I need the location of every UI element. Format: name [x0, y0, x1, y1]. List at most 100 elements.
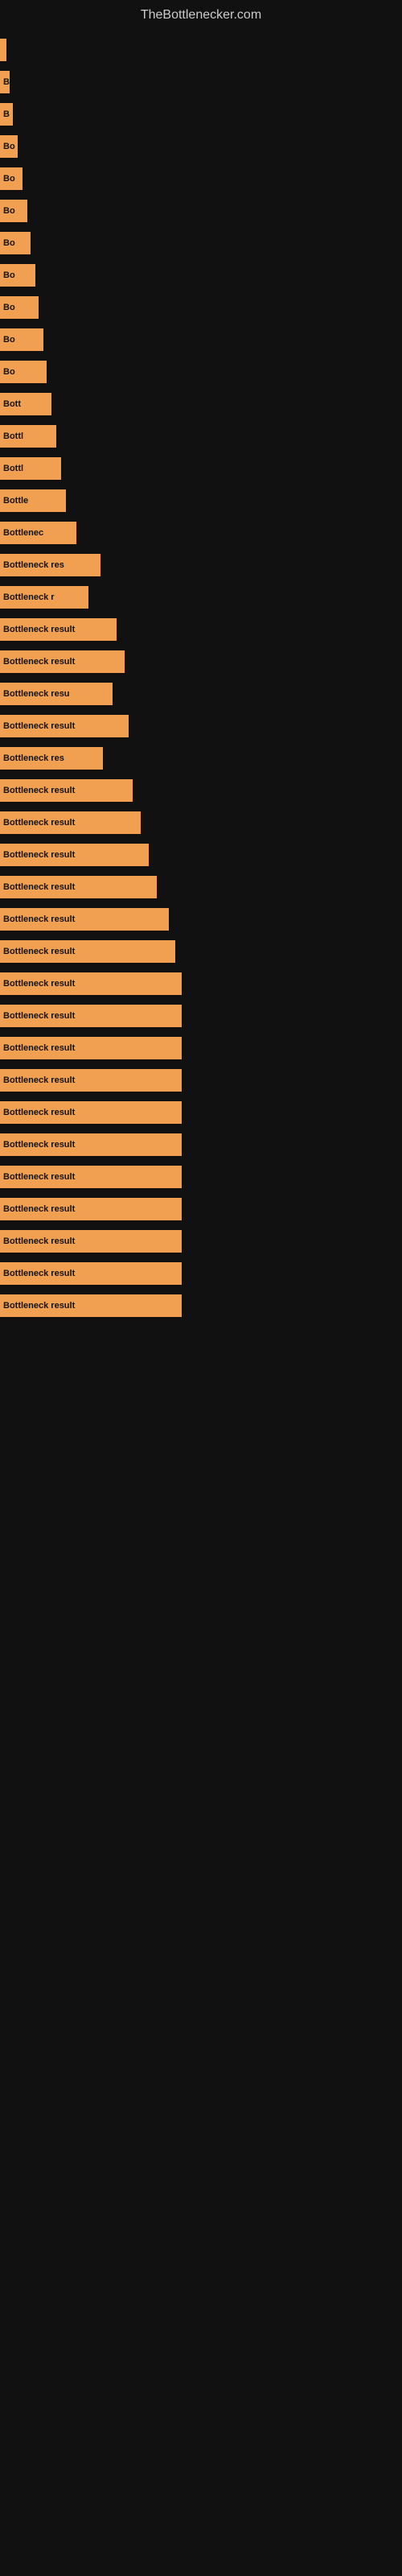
- bar: Bottle: [0, 489, 66, 512]
- bar: B: [0, 103, 13, 126]
- bar-label: Bo: [3, 303, 15, 312]
- bar-row: Bottleneck result: [0, 614, 402, 645]
- bar-label: Bo: [3, 238, 15, 248]
- bar-label: B: [3, 109, 10, 119]
- bar: Bottleneck res: [0, 747, 103, 770]
- bar-label: Bo: [3, 335, 15, 345]
- bar-row: B: [0, 99, 402, 130]
- bar-row: Bottleneck result: [0, 1290, 402, 1321]
- bar: Bottleneck result: [0, 1069, 182, 1092]
- bar: B: [0, 71, 10, 93]
- bar-label: Bottleneck result: [3, 786, 75, 795]
- bar-label: Bottleneck result: [3, 1269, 75, 1278]
- bar-row: Bottleneck resu: [0, 679, 402, 709]
- bar-row: Bottleneck result: [0, 1033, 402, 1063]
- bar-row: Bo: [0, 163, 402, 194]
- bar-label: Bottlenec: [3, 528, 43, 538]
- bar-row: Bottleneck result: [0, 1226, 402, 1257]
- bar-row: Bo: [0, 131, 402, 162]
- bar-row: Bottleneck r: [0, 582, 402, 613]
- bar-label: Bottleneck result: [3, 1011, 75, 1021]
- bar-label: Bottleneck result: [3, 818, 75, 828]
- bar-row: Bottleneck result: [0, 872, 402, 902]
- bar: Bo: [0, 200, 27, 222]
- bar-label: Bottleneck res: [3, 560, 64, 570]
- bar: Bottleneck result: [0, 844, 149, 866]
- bar-row: Bottl: [0, 453, 402, 484]
- bar-label: Bottleneck result: [3, 721, 75, 731]
- bar-row: Bottl: [0, 421, 402, 452]
- bar-row: Bottleneck result: [0, 1194, 402, 1224]
- bar-row: Bott: [0, 389, 402, 419]
- bar: Bottleneck result: [0, 972, 182, 995]
- bar-label: Bottleneck result: [3, 1236, 75, 1246]
- bar-row: Bottleneck res: [0, 550, 402, 580]
- bar-label: Bottleneck result: [3, 1043, 75, 1053]
- bar-label: Bo: [3, 174, 15, 184]
- bar: Bottleneck res: [0, 554, 100, 576]
- bar-row: Bottle: [0, 485, 402, 516]
- bar-label: Bottleneck result: [3, 979, 75, 989]
- bar: Bo: [0, 296, 39, 319]
- bar: Bo: [0, 232, 31, 254]
- bar: Bottleneck result: [0, 715, 129, 737]
- bar: Bo: [0, 167, 23, 190]
- bar-row: Bottleneck result: [0, 1129, 402, 1160]
- bar: Bottleneck result: [0, 1005, 182, 1027]
- bar-row: Bo: [0, 324, 402, 355]
- bar-label: Bottl: [3, 431, 23, 441]
- bar: Bottleneck result: [0, 618, 117, 641]
- bar-row: Bottleneck result: [0, 936, 402, 967]
- bar-row: Bottleneck result: [0, 1097, 402, 1128]
- bar-label: Bottle: [3, 496, 28, 506]
- bar-label: Bottleneck result: [3, 1075, 75, 1085]
- bar: Bo: [0, 328, 43, 351]
- bar-row: Bottleneck result: [0, 1001, 402, 1031]
- bar-row: Bo: [0, 260, 402, 291]
- site-title: TheBottlenecker.com: [0, 0, 402, 27]
- bar-label: Bottleneck result: [3, 914, 75, 924]
- bar-label: Bottleneck result: [3, 1204, 75, 1214]
- bar-label: Bottleneck res: [3, 753, 64, 763]
- bar-label: Bottleneck result: [3, 1108, 75, 1117]
- bar: Bottleneck result: [0, 876, 157, 898]
- bar: Bott: [0, 393, 51, 415]
- bar-row: Bottlenec: [0, 518, 402, 548]
- bar-label: Bottleneck result: [3, 1301, 75, 1311]
- bar: Bottleneck result: [0, 650, 125, 673]
- bar: Bottleneck result: [0, 1230, 182, 1253]
- bar: Bottleneck resu: [0, 683, 113, 705]
- bar-row: Bottleneck result: [0, 807, 402, 838]
- bar-label: Bottleneck result: [3, 882, 75, 892]
- bar: Bottleneck result: [0, 940, 175, 963]
- bar-row: Bottleneck result: [0, 646, 402, 677]
- bar-row: Bottleneck result: [0, 711, 402, 741]
- bar-row: B: [0, 67, 402, 97]
- site-header: TheBottlenecker.com: [0, 0, 402, 27]
- bar-row: Bottleneck res: [0, 743, 402, 774]
- bar: Bottl: [0, 457, 61, 480]
- bar: Bottleneck result: [0, 1037, 182, 1059]
- bar-label: Bottleneck result: [3, 657, 75, 667]
- bar-row: Bottleneck result: [0, 775, 402, 806]
- bar-row: Bottleneck result: [0, 840, 402, 870]
- bar-row: Bottleneck result: [0, 904, 402, 935]
- bar: [0, 39, 6, 61]
- bar-label: Bo: [3, 206, 15, 216]
- bar-label: Bott: [3, 399, 21, 409]
- bar-row: Bottleneck result: [0, 1258, 402, 1289]
- bar-row: Bottleneck result: [0, 1065, 402, 1096]
- bar-label: Bottleneck r: [3, 592, 55, 602]
- bar: Bo: [0, 135, 18, 158]
- bar: Bottleneck result: [0, 1294, 182, 1317]
- bar-label: Bottleneck result: [3, 1140, 75, 1150]
- bar-row: Bo: [0, 357, 402, 387]
- bar-row: Bottleneck result: [0, 968, 402, 999]
- bar-row: Bo: [0, 292, 402, 323]
- bar-label: B: [3, 77, 10, 87]
- bar-label: Bottleneck result: [3, 1172, 75, 1182]
- bar: Bottlenec: [0, 522, 76, 544]
- bar: Bo: [0, 264, 35, 287]
- bar-row: Bo: [0, 196, 402, 226]
- bar-row: Bottleneck result: [0, 1162, 402, 1192]
